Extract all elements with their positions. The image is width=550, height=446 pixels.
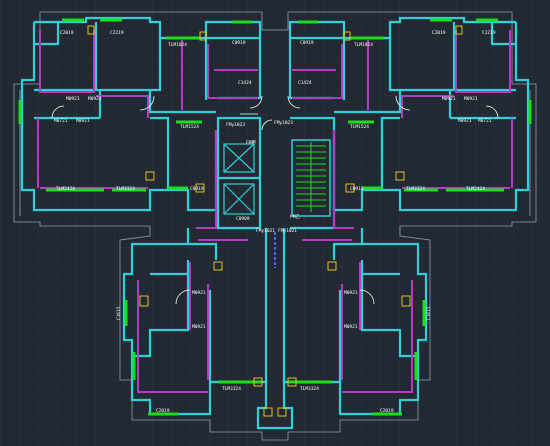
label-lower-door-left-2: M0921 [192,324,206,330]
label-balcony-mid-left: TLM1524 [180,124,199,130]
label-lower-balcony-left: TLM3324 [222,386,241,392]
label-mid-door-right: M0921 [458,118,472,124]
label-fm-lower-right: FMy1021 [278,228,297,234]
label-small-door-right: M0721 [478,118,492,124]
label-bottom-window-right: C2019 [380,408,394,414]
label-door-left-upper-1: M0921 [66,96,80,102]
label-bottom-window-left: C2019 [156,408,170,414]
label-door-right-upper-1: M0921 [442,96,456,102]
grid-background [0,0,550,446]
label-top-left-window-1: C2019 [60,30,74,36]
label-lower-side-left: C1615 [116,306,122,320]
label-lower-door-right-1: M0921 [344,290,358,296]
label-living-left-2: TLM3324 [116,186,135,192]
label-fm-stair-bottom: FM乙 [290,213,300,220]
label-fm-lower-left: FMy1021 [256,228,275,234]
label-kitchen-left: C1424 [238,80,252,86]
floor-plan-canvas[interactable]: C2019 C2219 C2019 C2219 TLM1824 TLM1824 … [0,0,550,446]
label-kitchen-window-right: C0919 [300,40,314,46]
label-kitchen-window-left: C0919 [232,40,246,46]
label-mid-door-left: M0921 [76,118,90,124]
label-top-left-window-2: C2219 [110,30,124,36]
label-fm-left: FMy1023 [226,122,245,128]
label-fm-right: FMy1023 [274,120,293,126]
label-kitchen-right: C1424 [298,80,312,86]
label-living-right-2: TLM2424 [466,186,485,192]
label-living-right: TLM3324 [406,186,425,192]
label-top-right-window-1: C2019 [432,30,446,36]
label-shaft: C0909 [236,216,250,222]
label-fm-stair-top: FM甲 [246,140,256,146]
label-window-low-left: C0919 [190,186,204,192]
label-balcony-mid-right: TLM1524 [350,124,369,130]
label-door-left-upper-2: M0921 [88,96,102,102]
label-top-right-window-2: C2219 [482,30,496,36]
label-lower-door-right-2: M0921 [344,324,358,330]
label-upper-balcony-right: TLM1824 [354,42,373,48]
label-living-left: TLM2424 [56,186,75,192]
label-door-right-upper-2: M0921 [464,96,478,102]
label-lower-side-right: C1615 [426,306,432,320]
label-lower-balcony-right: TLM3324 [300,386,319,392]
label-upper-balcony-left: TLM1824 [168,42,187,48]
label-small-door-left: M0721 [54,118,68,124]
label-lower-door-left-1: M0921 [192,290,206,296]
label-window-low-right: C0919 [350,186,364,192]
